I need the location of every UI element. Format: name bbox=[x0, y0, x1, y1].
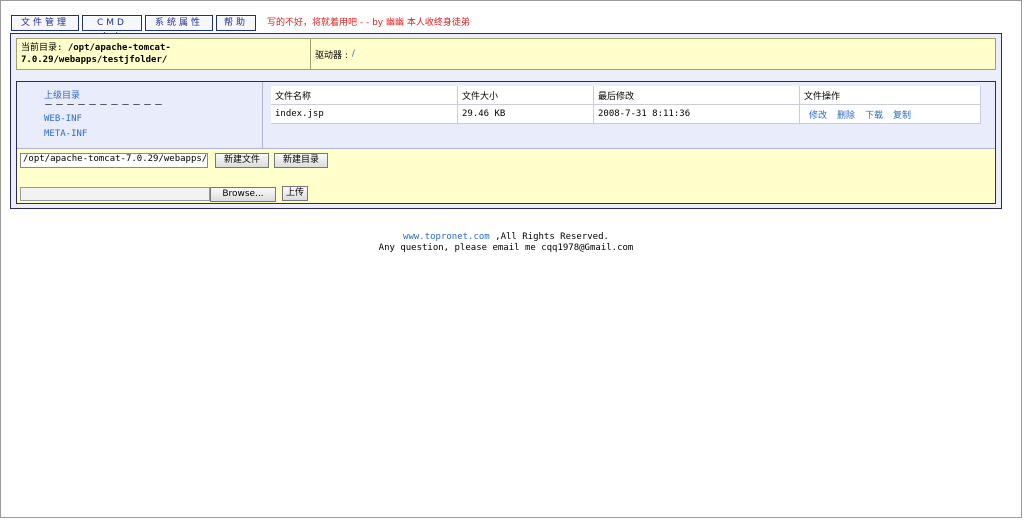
folder-link-web-inf[interactable]: WEB-INF bbox=[44, 114, 82, 124]
directory-tree: 上级目录 －－－－－－－－－－－ WEB-INF META-INF bbox=[17, 82, 263, 148]
header-file-size: 文件大小 bbox=[457, 86, 594, 105]
tree-separator: －－－－－－－－－－－ bbox=[44, 101, 166, 111]
top-nav: 文件管理 CMD 命令 系统属性 帮助 写的不好，将就着用吧 - - by 幽幽… bbox=[11, 15, 470, 43]
page-frame: 文件管理 CMD 命令 系统属性 帮助 写的不好，将就着用吧 - - by 幽幽… bbox=[0, 0, 1022, 518]
footer-rights-line: www.topronet.com ,All Rights Reserved. bbox=[1, 232, 1011, 243]
file-actions-cell: 修改 删除 下载 复制 bbox=[799, 104, 981, 124]
header-last-modified: 最后修改 bbox=[593, 86, 800, 105]
footer-site-link[interactable]: www.topronet.com bbox=[403, 232, 490, 242]
new-item-path-input[interactable]: /opt/apache-tomcat-7.0.29/webapps/testjf… bbox=[20, 153, 208, 168]
current-directory: 当前目录: /opt/apache-tomcat-7.0.29/webapps/… bbox=[17, 39, 311, 69]
nav-file-manager-button[interactable]: 文件管理 bbox=[11, 15, 79, 31]
current-directory-label: 当前目录: bbox=[21, 43, 63, 53]
file-manager-panel: 当前目录: /opt/apache-tomcat-7.0.29/webapps/… bbox=[10, 33, 1002, 209]
nav-cmd-button[interactable]: CMD 命令 bbox=[82, 15, 142, 43]
nav-system-properties-button[interactable]: 系统属性 bbox=[145, 15, 213, 31]
file-table: 文件名称 文件大小 最后修改 文件操作 index.jsp 29.46 KB 2… bbox=[271, 86, 981, 124]
folder-link-meta-inf[interactable]: META-INF bbox=[44, 129, 87, 139]
table-header-row: 文件名称 文件大小 最后修改 文件操作 bbox=[271, 86, 981, 105]
directory-bar: 当前目录: /opt/apache-tomcat-7.0.29/webapps/… bbox=[16, 38, 996, 70]
drive-selector: 驱动器 : / bbox=[311, 39, 359, 69]
page-footer: www.topronet.com ,All Rights Reserved. A… bbox=[1, 232, 1011, 254]
copy-file-link[interactable]: 复制 bbox=[893, 111, 911, 121]
browser-body: 上级目录 －－－－－－－－－－－ WEB-INF META-INF 文件名称 文… bbox=[16, 81, 996, 204]
table-row: index.jsp 29.46 KB 2008-7-31 8:11:36 修改删… bbox=[271, 104, 981, 124]
file-size-cell: 29.46 KB bbox=[457, 104, 594, 124]
drive-link-root[interactable]: / bbox=[352, 49, 355, 59]
nav-help-button[interactable]: 帮助 bbox=[216, 15, 256, 31]
new-file-button[interactable]: 新建文件 bbox=[215, 153, 269, 168]
action-form-area: /opt/apache-tomcat-7.0.29/webapps/testjf… bbox=[17, 148, 995, 203]
file-modified-cell: 2008-7-31 8:11:36 bbox=[593, 104, 800, 124]
file-name-cell: index.jsp bbox=[271, 104, 458, 124]
edit-file-link[interactable]: 修改 bbox=[809, 111, 827, 121]
file-list: 文件名称 文件大小 最后修改 文件操作 index.jsp 29.46 KB 2… bbox=[264, 82, 995, 148]
drive-label: 驱动器 : bbox=[315, 50, 348, 61]
footer-rights-text: ,All Rights Reserved. bbox=[489, 232, 609, 242]
upload-button[interactable]: 上传 bbox=[282, 186, 308, 201]
delete-file-link[interactable]: 删除 bbox=[837, 111, 855, 121]
download-file-link[interactable]: 下载 bbox=[865, 111, 883, 121]
header-file-name: 文件名称 bbox=[271, 86, 458, 105]
footer-contact-text: Any question, please email me cqq1978@Gm… bbox=[378, 243, 634, 253]
upload-file-input[interactable] bbox=[20, 187, 210, 201]
new-directory-button[interactable]: 新建目录 bbox=[274, 153, 328, 168]
browse-button[interactable]: Browse... bbox=[210, 187, 276, 202]
header-file-actions: 文件操作 bbox=[799, 86, 981, 105]
author-notice: 写的不好，将就着用吧 - - by 幽幽 本人收终身徒弟 bbox=[267, 18, 470, 28]
